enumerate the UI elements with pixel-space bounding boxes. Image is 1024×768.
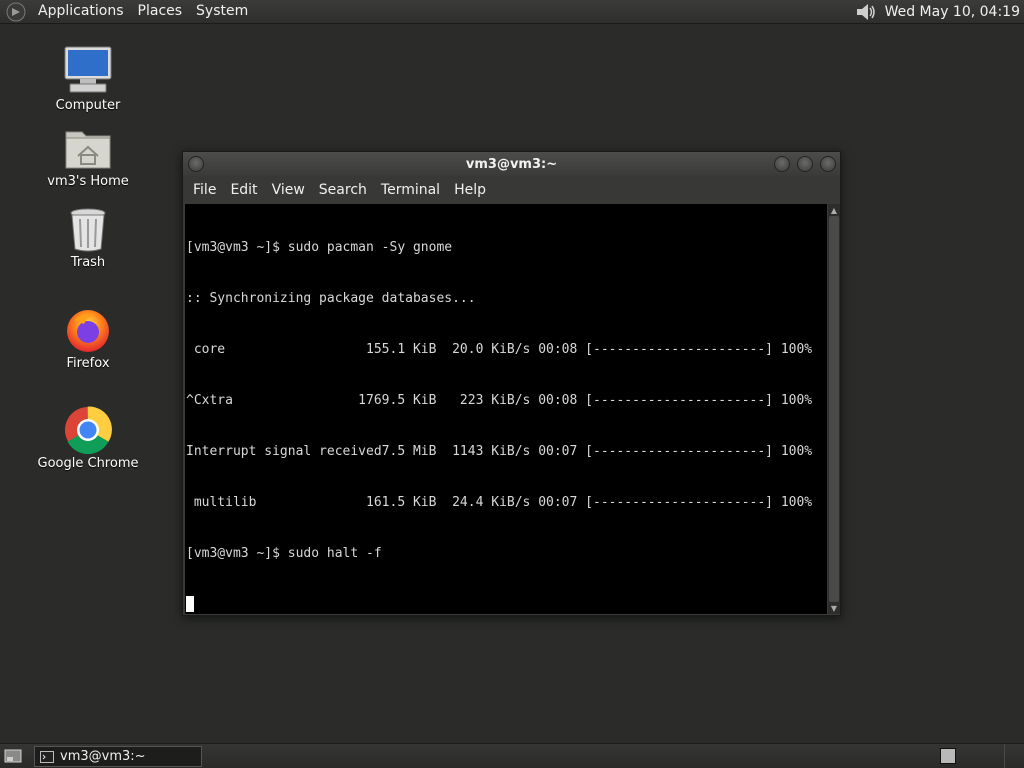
terminal-line: multilib 161.5 KiB 24.4 KiB/s 00:07 [---… [186,495,813,510]
desktop-icon-label: Google Chrome [37,456,139,471]
text-cursor [186,596,194,612]
menu-terminal[interactable]: Terminal [374,182,447,198]
gnome-foot-icon[interactable] [5,1,27,23]
scroll-down-arrow-icon[interactable]: ▼ [828,602,840,614]
menu-help[interactable]: Help [447,182,493,198]
close-button[interactable] [820,156,836,172]
chrome-icon [65,406,112,454]
desktop-icon-label: vm3's Home [47,174,129,189]
desktop-icon-trash[interactable]: Trash [28,207,148,270]
scroll-up-arrow-icon[interactable]: ▲ [828,204,840,216]
menu-file[interactable]: File [186,182,223,198]
places-menu[interactable]: Places [131,0,190,24]
terminal-menubar: File Edit View Search Terminal Help [183,176,840,203]
clock[interactable]: Wed May 10, 04:19 [885,4,1024,20]
desktop-icon-home[interactable]: vm3's Home [28,126,148,189]
terminal-output[interactable]: [vm3@vm3 ~]$ sudo pacman -Sy gnome :: Sy… [185,204,827,614]
terminal-window[interactable]: vm3@vm3:~ File Edit View Search Terminal… [182,151,841,616]
terminal-icon [40,750,54,763]
menu-edit[interactable]: Edit [223,182,264,198]
desktop-icon-label: Trash [70,255,106,270]
top-panel: Applications Places System Wed May 10, 0… [0,0,1024,24]
computer-icon [64,46,112,93]
volume-icon[interactable] [853,1,879,23]
bottom-panel: vm3@vm3:~ [0,743,1024,768]
window-title: vm3@vm3:~ [465,156,558,172]
terminal-cursor-line [186,596,827,613]
terminal-line: [vm3@vm3 ~]$ sudo pacman -Sy gnome [186,240,453,255]
taskbar-label: vm3@vm3:~ [60,749,146,764]
desktop-icon-chrome[interactable]: Google Chrome [28,406,148,471]
desktop-icon-computer[interactable]: Computer [28,44,148,113]
panel-tray: Wed May 10, 04:19 [853,0,1024,24]
applications-menu[interactable]: Applications [31,0,131,24]
window-titlebar[interactable]: vm3@vm3:~ [183,152,840,176]
workspace-switcher[interactable] [940,748,956,764]
desktop-icon-label: Firefox [66,356,110,371]
trash-icon [70,208,106,252]
firefox-icon [67,310,109,352]
terminal-line: ^Cxtra 1769.5 KiB 223 KiB/s 00:08 [-----… [186,393,813,408]
terminal-line: core 155.1 KiB 20.0 KiB/s 00:08 [-------… [186,342,813,357]
menu-view[interactable]: View [265,182,312,198]
terminal-scrollbar[interactable]: ▲ ▼ [828,204,840,614]
panel-separator [1004,744,1005,768]
system-menu[interactable]: System [189,0,255,24]
desktop-icon-label: Computer [55,98,121,113]
terminal-line: Interrupt signal received7.5 MiB 1143 Ki… [186,444,813,459]
menu-search[interactable]: Search [312,182,374,198]
taskbar-terminal-button[interactable]: vm3@vm3:~ [34,746,202,767]
terminal-line: [vm3@vm3 ~]$ sudo halt -f [186,546,382,561]
minimize-button[interactable] [774,156,790,172]
window-menu-button[interactable] [188,156,204,172]
terminal-line: :: Synchronizing package databases... [186,291,476,306]
maximize-button[interactable] [797,156,813,172]
scroll-thumb[interactable] [829,216,839,602]
show-desktop-icon[interactable] [3,747,23,765]
desktop-icon-firefox[interactable]: Firefox [28,306,148,371]
home-folder-icon [65,131,111,169]
